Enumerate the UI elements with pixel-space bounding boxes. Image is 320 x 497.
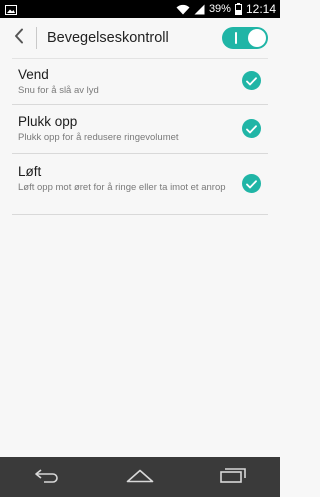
clock: 12:14	[245, 2, 276, 16]
appbar-divider	[36, 27, 37, 49]
list-item-vend[interactable]: Vend Snu for å slå av lyd	[12, 58, 268, 105]
list-item-title: Vend	[18, 67, 49, 82]
list-item-loft[interactable]: Løft Løft opp mot øret for å ringe eller…	[12, 154, 268, 215]
image-notification-icon	[5, 0, 17, 19]
wifi-icon	[176, 0, 190, 19]
list-item-subtitle: Plukk opp for å redusere ringevolumet	[18, 132, 179, 143]
back-button[interactable]	[4, 18, 34, 58]
toggle-on-mark	[235, 32, 237, 44]
checkmark-icon	[246, 174, 257, 193]
back-icon	[34, 468, 60, 487]
motion-control-toggle[interactable]	[222, 27, 268, 49]
toggle-knob	[248, 29, 266, 47]
app-bar: Bevegelseskontroll	[0, 18, 280, 58]
nav-home-button[interactable]	[120, 457, 160, 497]
list-item-title: Plukk opp	[18, 114, 78, 129]
list-item-title: Løft	[18, 164, 42, 179]
recents-icon	[220, 467, 247, 487]
nav-back-button[interactable]	[27, 457, 67, 497]
nav-recents-button[interactable]	[213, 457, 253, 497]
navigation-bar	[0, 457, 280, 497]
list-item-subtitle: Snu for å slå av lyd	[18, 85, 99, 96]
page-title: Bevegelseskontroll	[47, 30, 169, 46]
battery-percent: 39%	[208, 3, 231, 15]
list-item-subtitle: Løft opp mot øret for å ringe eller ta i…	[18, 182, 226, 193]
checkmark-icon	[246, 71, 257, 90]
checkmark-icon	[246, 119, 257, 138]
status-bar: 39% 12:14	[0, 0, 280, 18]
checkbox-vend[interactable]	[242, 71, 261, 90]
checkbox-plukk-opp[interactable]	[242, 119, 261, 138]
checkbox-loft[interactable]	[242, 174, 261, 193]
signal-icon	[194, 0, 205, 19]
list-item-plukk-opp[interactable]: Plukk opp Plukk opp for å redusere ringe…	[12, 105, 268, 154]
chevron-left-icon	[14, 28, 24, 48]
home-icon	[126, 468, 154, 487]
motion-settings-list: Vend Snu for å slå av lyd Plukk opp Pluk…	[12, 58, 268, 215]
battery-icon	[234, 0, 242, 19]
